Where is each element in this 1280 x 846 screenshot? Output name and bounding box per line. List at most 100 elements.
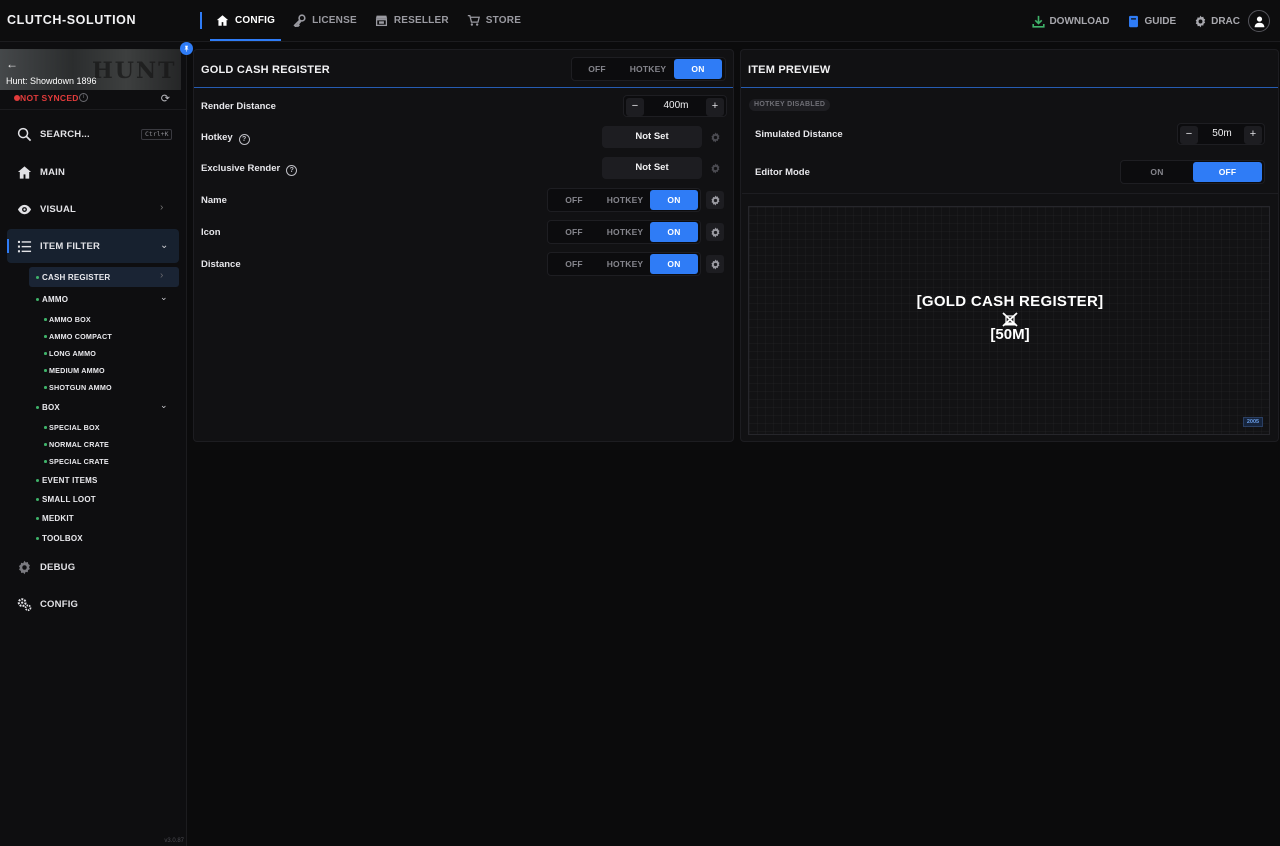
sidebar-subitem-medium-ammo[interactable]: MEDIUM AMMO <box>44 366 105 375</box>
exclusive-render-label: Exclusive Render <box>201 163 281 174</box>
master-off-option[interactable]: OFF <box>572 59 622 79</box>
master-on-option[interactable]: ON <box>674 59 722 79</box>
preview-item-name: [GOLD CASH REGISTER] <box>916 293 1104 310</box>
name-off-option[interactable]: OFF <box>548 190 600 210</box>
info-icon[interactable]: i <box>79 93 88 102</box>
render-distance-label: Render Distance <box>201 101 276 112</box>
status-dot <box>36 298 39 301</box>
nav-reseller[interactable]: RESELLER <box>375 0 449 41</box>
preview-title: ITEM PREVIEW <box>748 64 831 76</box>
distance-settings-button[interactable] <box>706 255 724 273</box>
increment-button[interactable]: + <box>1244 126 1262 144</box>
distance-off-option[interactable]: OFF <box>548 254 600 274</box>
icon-on-option[interactable]: ON <box>650 222 698 242</box>
sidebar-search[interactable]: SEARCH... <box>17 127 90 142</box>
name-hotkey-option[interactable]: HOTKEY <box>600 190 650 210</box>
sidebar-item-debug-label: DEBUG <box>40 562 76 573</box>
gears-icon <box>17 598 32 612</box>
editor-mode-toggle: ON OFF <box>1120 160 1265 184</box>
distance-hotkey-option[interactable]: HOTKEY <box>600 254 650 274</box>
editor-mode-off-option[interactable]: OFF <box>1193 162 1262 182</box>
sidebar-subitem-medkit[interactable]: MEDKIT <box>36 514 74 523</box>
sidebar-subitem-ammo-compact[interactable]: AMMO COMPACT <box>44 332 112 341</box>
exclusive-render-bind-button[interactable]: Not Set <box>602 157 702 179</box>
decrement-button[interactable]: − <box>1180 126 1198 144</box>
icon-hotkey-option[interactable]: HOTKEY <box>600 222 650 242</box>
book-icon <box>1129 15 1139 27</box>
gear-icon <box>710 163 719 173</box>
render-distance-value[interactable]: 400m <box>644 100 708 111</box>
chevron-down-icon[interactable]: ⌄ <box>160 292 168 303</box>
editor-mode-on-option[interactable]: ON <box>1121 162 1193 182</box>
help-icon[interactable]: ? <box>286 165 298 176</box>
normal-crate-label: NORMAL CRATE <box>49 440 110 449</box>
status-dot <box>44 369 47 372</box>
simulated-distance-value[interactable]: 50m <box>1198 128 1246 139</box>
simulated-distance-stepper: − 50m + <box>1177 123 1265 145</box>
sidebar-subitem-toolbox[interactable]: TOOLBOX <box>36 534 83 543</box>
editor-mode-label: Editor Mode <box>755 167 810 178</box>
sidebar-item-config[interactable]: CONFIG <box>17 597 78 612</box>
search-icon <box>17 127 32 142</box>
nav-divider <box>200 12 202 29</box>
sidebar-item-main[interactable]: MAIN <box>17 165 65 180</box>
exclusive-render-settings-button[interactable] <box>706 159 724 177</box>
chevron-down-icon[interactable]: ⌄ <box>160 400 168 411</box>
sidebar-item-config-label: CONFIG <box>40 599 79 610</box>
sidebar-subitem-long-ammo[interactable]: LONG AMMO <box>44 349 96 358</box>
sidebar-subitem-box[interactable]: BOX <box>36 403 60 412</box>
guide-button[interactable]: GUIDE <box>1127 15 1176 28</box>
hotkey-settings-button[interactable] <box>706 128 724 146</box>
distance-toggle: OFF HOTKEY ON <box>547 252 701 276</box>
sidebar-subitem-special-crate[interactable]: SPECIAL CRATE <box>44 457 109 466</box>
master-hotkey-option[interactable]: HOTKEY <box>622 59 674 79</box>
icon-settings-button[interactable] <box>706 223 724 241</box>
icon-off-option[interactable]: OFF <box>548 222 600 242</box>
sync-status-label: NOT SYNCED <box>20 93 79 103</box>
cart-icon <box>467 14 480 26</box>
distance-label: Distance <box>201 259 241 270</box>
name-settings-button[interactable] <box>706 191 724 209</box>
decrement-button[interactable]: − <box>626 98 644 116</box>
user-settings-button[interactable]: DRAC <box>1194 15 1240 28</box>
settings-panel: GOLD CASH REGISTER OFF HOTKEY ON Render … <box>193 49 734 442</box>
sidebar-subitem-normal-crate[interactable]: NORMAL CRATE <box>44 440 110 449</box>
sidebar-subitem-special-box[interactable]: SPECIAL BOX <box>44 423 100 432</box>
game-selector[interactable]: HUNT ← Hunt: Showdown 1896 <box>0 49 181 90</box>
name-on-option[interactable]: ON <box>650 190 698 210</box>
sidebar-subitem-ammo[interactable]: AMMO <box>36 295 68 304</box>
hotkey-bind-button[interactable]: Not Set <box>602 126 702 148</box>
avatar[interactable] <box>1248 10 1270 32</box>
gear-icon <box>1195 15 1206 27</box>
sidebar-subitem-ammo-box[interactable]: AMMO BOX <box>44 315 91 324</box>
username-label: DRAC <box>1211 15 1240 27</box>
back-arrow-icon[interactable]: ← <box>6 57 18 71</box>
distance-on-option[interactable]: ON <box>650 254 698 274</box>
nav-config-label: CONFIG <box>235 15 276 26</box>
guide-label: GUIDE <box>1144 15 1177 27</box>
sidebar-item-debug[interactable]: DEBUG <box>17 560 75 575</box>
download-button[interactable]: DOWNLOAD <box>1032 15 1109 28</box>
nav-config[interactable]: CONFIG <box>209 0 282 41</box>
medkit-label: MEDKIT <box>42 514 74 523</box>
status-dot <box>44 386 47 389</box>
sidebar-subitem-shotgun-ammo[interactable]: SHOTGUN AMMO <box>44 383 112 392</box>
nav-store[interactable]: STORE <box>467 0 521 41</box>
preview-canvas[interactable]: [GOLD CASH REGISTER] [50M] 2005 <box>748 206 1270 435</box>
status-dot <box>44 335 47 338</box>
help-icon[interactable]: ? <box>238 134 250 145</box>
sidebar-divider <box>0 109 186 110</box>
sidebar-subitem-small-loot[interactable]: SMALL LOOT <box>36 495 96 504</box>
sidebar-item-visual[interactable]: VISUAL <box>17 202 76 217</box>
increment-button[interactable]: + <box>706 98 724 116</box>
sidebar-item-item-filter-content[interactable]: ITEM FILTER <box>17 239 100 254</box>
pin-icon[interactable] <box>180 42 193 55</box>
sidebar-subitem-cash-register[interactable]: CASH REGISTER <box>36 273 110 282</box>
nav-license[interactable]: LICENSE <box>293 0 357 41</box>
game-name: Hunt: Showdown 1896 <box>6 76 97 86</box>
exclusive-render-row: Exclusive Render? <box>201 163 298 176</box>
sidebar-subitem-event-items[interactable]: EVENT ITEMS <box>36 476 98 485</box>
sidebar: HUNT ← Hunt: Showdown 1896 NOT SYNCED i … <box>0 42 187 846</box>
refresh-icon[interactable]: ⟳ <box>161 92 170 105</box>
preview-item-distance: [50M] <box>990 326 1030 343</box>
